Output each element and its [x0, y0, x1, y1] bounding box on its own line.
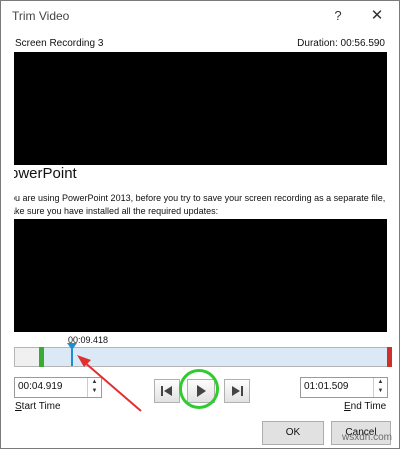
- end-time-label: End Time: [344, 401, 387, 412]
- next-frame-icon: [232, 386, 243, 396]
- duration-label: Duration: 00:56.590: [297, 38, 385, 49]
- title-bar: Trim Video ? ✕: [1, 1, 399, 31]
- end-time-spin-arrows[interactable]: ▲ ▼: [373, 378, 387, 397]
- trim-timeline[interactable]: [14, 343, 392, 367]
- highlight-circle: [179, 369, 219, 409]
- clip-name: Screen Recording 3: [15, 38, 104, 49]
- ok-button[interactable]: OK: [262, 421, 324, 445]
- previous-frame-button[interactable]: [154, 379, 180, 403]
- trim-video-dialog: Trim Video ? ✕ Screen Recording 3 Durati…: [0, 0, 400, 449]
- video-frame-content: owerPoint ou are using PowerPoint 2013, …: [14, 165, 387, 219]
- start-time-stepper[interactable]: 00:04.919 ▲ ▼: [14, 377, 102, 398]
- playhead[interactable]: [71, 344, 73, 366]
- video-frame-text-line: ou are using PowerPoint 2013, before you…: [14, 193, 387, 203]
- video-frame-title: owerPoint: [14, 165, 77, 182]
- next-frame-button[interactable]: [224, 379, 250, 403]
- watermark: wsxdn.com: [341, 432, 392, 443]
- previous-frame-icon: [161, 386, 172, 396]
- start-trim-handle[interactable]: [39, 347, 44, 367]
- help-icon[interactable]: ?: [326, 5, 350, 27]
- close-icon[interactable]: ✕: [365, 5, 389, 27]
- end-time-value[interactable]: 01:01.509: [304, 381, 349, 392]
- video-frame-text-line: ake sure you have installed all the requ…: [14, 206, 219, 216]
- dialog-title: Trim Video: [12, 9, 70, 23]
- start-time-value[interactable]: 00:04.919: [18, 381, 63, 392]
- start-time-spin-arrows[interactable]: ▲ ▼: [87, 378, 101, 397]
- end-time-stepper[interactable]: 01:01.509 ▲ ▼: [300, 377, 388, 398]
- end-trim-handle[interactable]: [387, 347, 392, 367]
- video-preview: owerPoint ou are using PowerPoint 2013, …: [14, 52, 387, 332]
- start-time-label: Start Time: [15, 401, 61, 412]
